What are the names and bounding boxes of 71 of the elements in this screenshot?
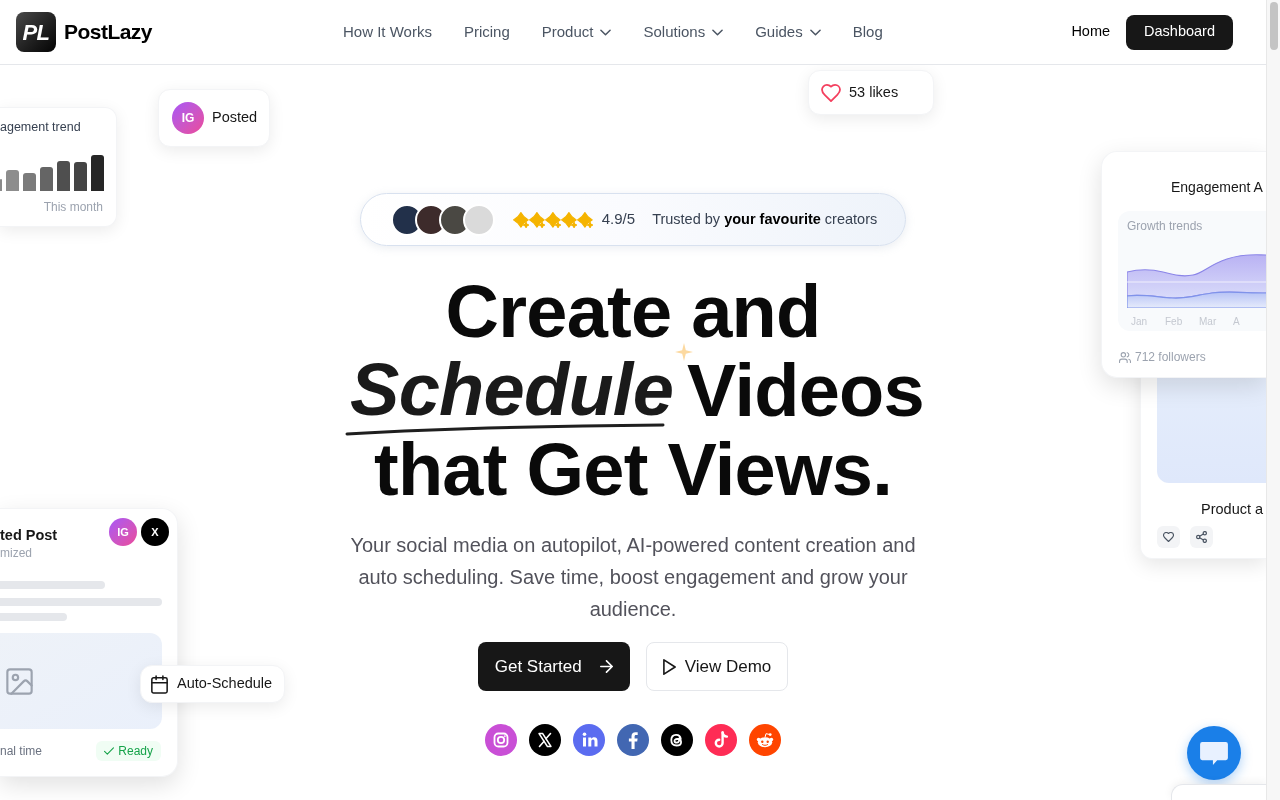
tiktok-icon[interactable] [705,724,737,756]
chart-bar [74,162,87,191]
chart-bar [23,173,36,191]
platform-avatar: IG [172,102,204,134]
hero-subtitle: Your social media on autopilot, AI-powered content creation and auto scheduling. Save time, boost engagement and grow your audience. [349,533,917,622]
check-icon [104,747,115,755]
like-button[interactable] [1157,526,1180,548]
nav-link[interactable]: Product [541,20,612,44]
share-icon [1196,531,1207,543]
chat-button[interactable] [1187,726,1241,780]
nav-link[interactable]: How It Works [343,20,432,44]
reddit-icon[interactable] [749,724,781,756]
headline-highlight: Schedule [350,359,674,421]
platform-avatar: IG [109,518,137,546]
chip-label: Auto-Schedule [177,674,273,694]
text-placeholder [0,613,67,621]
chart-bar [57,161,70,191]
chart-bar [6,170,19,191]
sparkle-star-icon [544,211,561,228]
brand-name[interactable]: PostLazy [64,16,152,48]
card-title: Engagement A [1171,179,1263,195]
nav-link[interactable]: Guides [755,20,821,44]
sparkle-star-icon [576,211,593,228]
rating-score: 4.9/5 [601,209,636,230]
chat-bubble-icon [1200,741,1228,765]
dashboard-button[interactable]: Dashboard [1126,14,1233,50]
nav-link[interactable]: Solutions [643,20,724,44]
threads-icon[interactable] [661,724,693,756]
users-icon [1119,351,1131,363]
share-button[interactable] [1190,526,1213,548]
swoosh-underline-icon [345,423,666,436]
logo-mark[interactable]: PL [16,12,56,52]
scrollbar[interactable] [1266,0,1280,800]
primary-button[interactable]: Get Started [477,642,630,691]
post-status: Posted [212,108,258,128]
panel-title: Growth trends [1127,218,1203,234]
play-icon [662,658,676,675]
nav-link[interactable]: Pricing [463,20,510,44]
headline-text: Videos [687,351,924,430]
arrow-right-icon [599,660,613,673]
x-logo-icon[interactable] [529,724,561,756]
followers-count: 712 followers [1135,349,1206,365]
card-title: agement trend [0,119,81,135]
card-subtitle: mized [0,545,32,561]
sparkle-star-icon [512,211,529,228]
chart-bar [91,155,104,191]
calendar-icon [151,674,168,694]
instagram-icon[interactable] [485,724,517,756]
image-icon [6,667,33,695]
secondary-button[interactable]: View Demo [645,642,789,691]
home-link[interactable]: Home [1071,21,1111,43]
card-footer-text: nal time [0,743,43,760]
nav-link[interactable]: Blog [852,20,883,44]
sparkle-star-icon [528,211,545,228]
platform-avatar: X [141,518,169,546]
sparkle-star-icon [560,211,577,228]
facebook-icon[interactable] [617,724,649,756]
status-text: Ready [118,743,153,760]
heart-icon [1163,532,1174,542]
trust-text: Trusted by your favourite creators [652,209,878,229]
card-caption: This month [43,200,103,214]
chart-bar [40,167,53,191]
card-title: ted Post [0,526,58,545]
scrollbar-thumb[interactable] [1270,2,1278,50]
likes-count: 53 likes [849,82,899,102]
heart-icon [821,83,841,102]
linkedin-icon[interactable] [573,724,605,756]
sparkle-icon [675,343,694,361]
headline-text: that Get Views. [374,439,892,501]
card-title: Product a [1201,501,1264,517]
headline-text: Create and [445,272,821,351]
